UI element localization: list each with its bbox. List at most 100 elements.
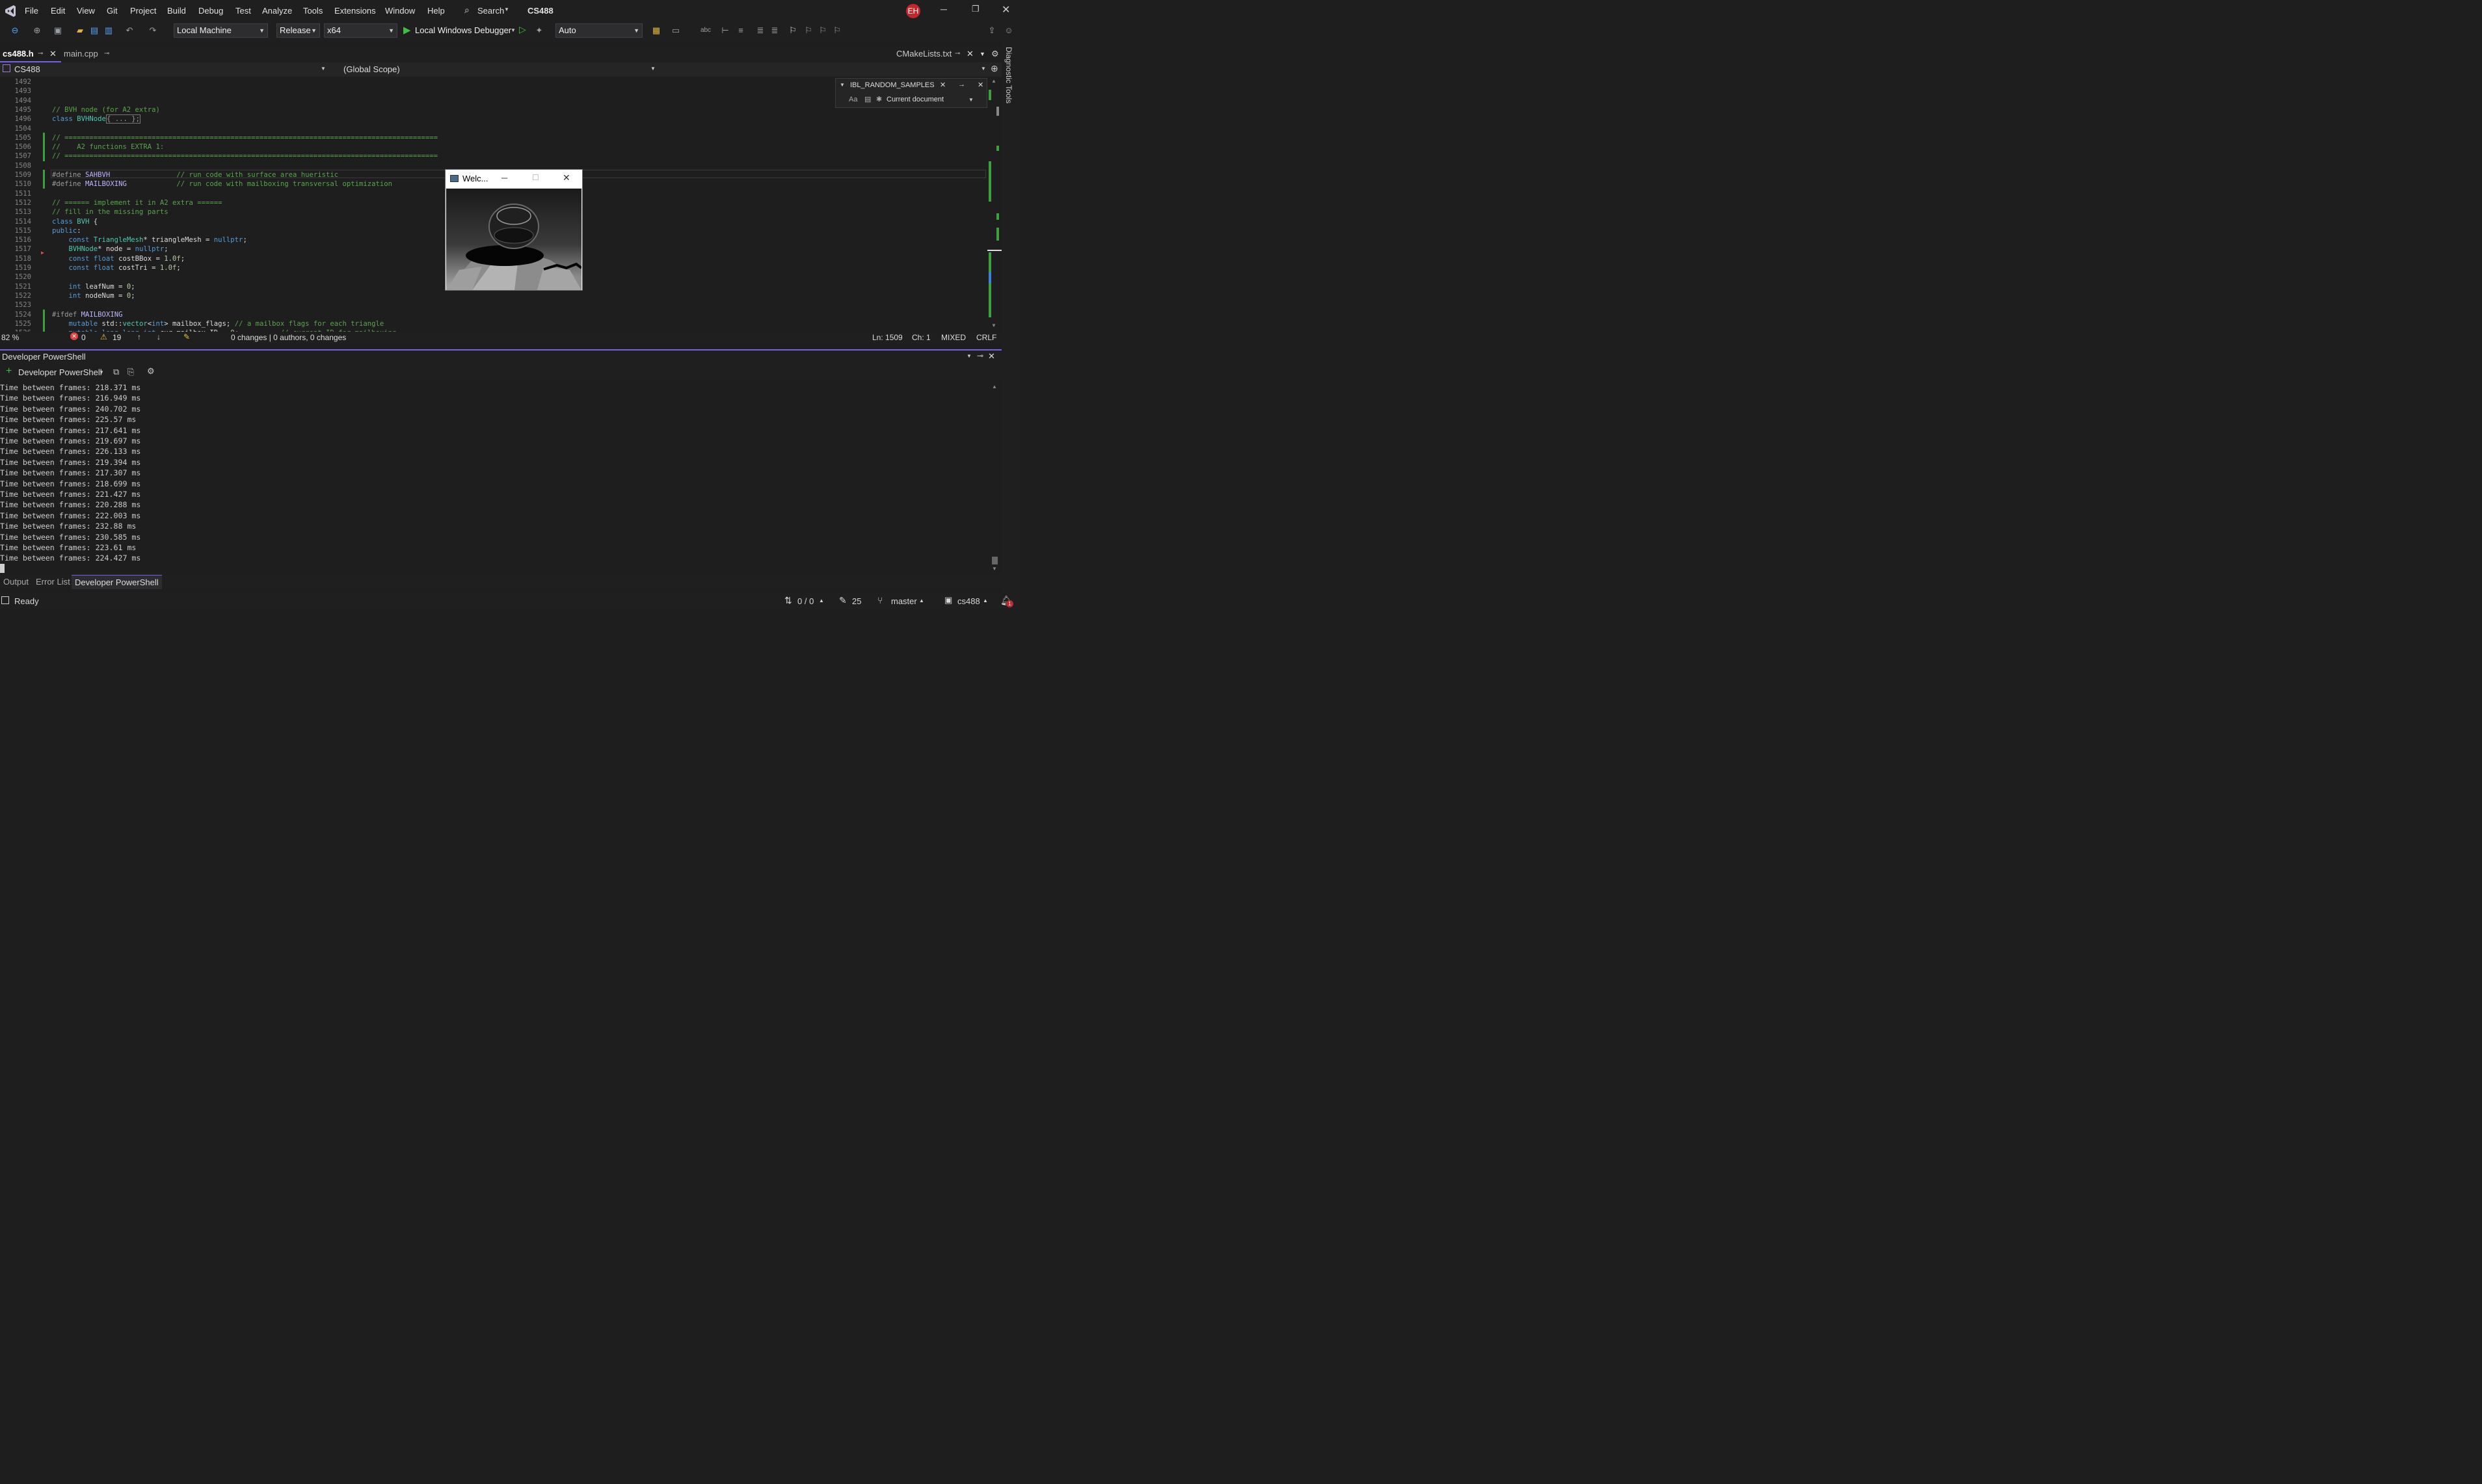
tab-output[interactable]: Output bbox=[3, 577, 29, 587]
menu-edit[interactable]: Edit bbox=[51, 6, 65, 16]
layout-icon[interactable]: ▭ bbox=[670, 25, 682, 36]
menu-file[interactable]: File bbox=[25, 6, 38, 16]
tab-error-list[interactable]: Error List bbox=[36, 577, 70, 587]
forward-icon[interactable]: ⊕ bbox=[31, 25, 43, 36]
new-terminal-icon[interactable]: + bbox=[6, 365, 12, 377]
find-scope-dropdown[interactable]: Current document bbox=[887, 96, 944, 103]
close-icon[interactable]: ✕ bbox=[978, 81, 983, 89]
repository-name[interactable]: cs488 bbox=[957, 596, 980, 606]
chevron-down-icon[interactable]: ▼ bbox=[967, 353, 972, 359]
comment-icon[interactable]: ≡ bbox=[735, 25, 747, 36]
next-bookmark-icon[interactable]: ⚐ bbox=[817, 25, 829, 36]
redo-icon[interactable]: ↷ bbox=[147, 25, 159, 36]
code-line[interactable]: // =====================================… bbox=[52, 134, 438, 142]
scroll-up-icon[interactable]: ▲ bbox=[992, 384, 997, 390]
pin-icon[interactable]: ⊸ bbox=[104, 46, 109, 62]
error-count[interactable]: 0 bbox=[81, 333, 86, 342]
code-line[interactable]: #ifdef MAILBOXING bbox=[52, 311, 122, 319]
back-icon[interactable]: ⊖ bbox=[9, 25, 21, 36]
restore-icon[interactable]: ❐ bbox=[972, 4, 980, 14]
avatar[interactable]: EH bbox=[906, 4, 920, 18]
terminal-scrollbar[interactable]: ▲ ▼ bbox=[989, 382, 1002, 575]
code-line[interactable]: // fill in the missing parts bbox=[52, 208, 168, 216]
tab-cmakelists[interactable]: CMakeLists.txt ⊸ ✕ ▼ bbox=[896, 46, 987, 62]
menu-project[interactable]: Project bbox=[130, 6, 156, 16]
code-line[interactable]: mutable std::vector<int> mailbox_flags; … bbox=[52, 320, 384, 328]
copy-icon[interactable]: ⧉ bbox=[113, 367, 119, 377]
code-line[interactable]: const float costBBox = 1.0f; bbox=[52, 255, 185, 263]
tab-cs488-h[interactable]: cs488.h ⊸ ✕ bbox=[0, 46, 61, 62]
outdent-icon[interactable]: ≣ bbox=[769, 25, 781, 36]
step-icon[interactable]: ⊢ bbox=[719, 25, 731, 36]
scroll-thumb[interactable] bbox=[992, 557, 998, 564]
app-window[interactable]: Welc... ─ ☐ ✕ bbox=[445, 169, 583, 291]
feedback-icon[interactable]: ☺ bbox=[1003, 25, 1015, 36]
chevron-down-icon[interactable]: ▼ bbox=[321, 66, 326, 72]
menu-tools[interactable]: Tools bbox=[303, 6, 323, 16]
chevron-up-icon[interactable]: ▲ bbox=[919, 598, 924, 603]
clear-bookmarks-icon[interactable]: ⚐ bbox=[831, 25, 843, 36]
indent-icon[interactable]: ≣ bbox=[754, 25, 766, 36]
prev-bookmark-icon[interactable]: ⚐ bbox=[803, 25, 814, 36]
share-icon[interactable]: ⇪ bbox=[986, 25, 998, 36]
gear-icon[interactable]: ⚙ bbox=[147, 366, 155, 377]
whitespace-mode[interactable]: MIXED bbox=[941, 333, 966, 342]
match-case-toggle[interactable]: Aa bbox=[849, 96, 857, 103]
undo-icon[interactable]: ↶ bbox=[124, 25, 135, 36]
zoom-level[interactable]: 82 % bbox=[1, 333, 19, 342]
maximize-icon[interactable]: ☐ bbox=[532, 173, 539, 182]
code-line[interactable]: int leafNum = 0; bbox=[52, 283, 135, 291]
menu-view[interactable]: View bbox=[77, 6, 95, 16]
warning-count[interactable]: 19 bbox=[113, 333, 121, 342]
clear-icon[interactable]: ✕ bbox=[940, 81, 946, 89]
terminal-profile-dropdown[interactable]: Developer PowerShell bbox=[18, 367, 102, 377]
diagnostic-tools-tab[interactable]: Diagnostic Tools bbox=[1004, 47, 1013, 103]
code-line[interactable]: class BVH { bbox=[52, 218, 98, 226]
regex-icon[interactable]: ✱ bbox=[876, 95, 882, 103]
find-input[interactable]: IBL_RANDOM_SAMPLES bbox=[850, 81, 935, 89]
chevron-down-icon[interactable]: ▼ bbox=[511, 27, 516, 33]
pin-icon[interactable]: ⊸ bbox=[38, 46, 43, 62]
configuration-dropdown[interactable]: Release ▼ bbox=[276, 23, 320, 38]
gear-icon[interactable]: ⚙ bbox=[991, 49, 999, 59]
scroll-thumb[interactable] bbox=[996, 107, 999, 116]
code-line[interactable]: // ====== implement it in A2 extra =====… bbox=[52, 199, 222, 207]
hot-reload-icon[interactable]: ✦ bbox=[533, 25, 545, 36]
menu-window[interactable]: Window bbox=[385, 6, 415, 16]
search-button[interactable]: Search bbox=[477, 6, 504, 16]
menu-extensions[interactable]: Extensions bbox=[334, 6, 376, 16]
save-all-icon[interactable]: ▥ bbox=[103, 25, 114, 36]
code-line[interactable]: #define MAILBOXING // run code with mail… bbox=[52, 180, 392, 188]
code-line[interactable]: // A2 functions EXTRA 1: bbox=[52, 143, 164, 151]
code-line[interactable]: public: bbox=[52, 227, 81, 235]
spell-check-icon[interactable]: abc bbox=[700, 25, 712, 36]
menu-test[interactable]: Test bbox=[235, 6, 251, 16]
code-line[interactable]: int nodeNum = 0; bbox=[52, 292, 135, 300]
start-without-debug-icon[interactable]: ▷ bbox=[519, 24, 526, 35]
chevron-down-icon[interactable]: ▼ bbox=[980, 46, 985, 62]
save-icon[interactable]: ▤ bbox=[88, 25, 100, 36]
close-icon[interactable]: ✕ bbox=[988, 351, 995, 362]
menu-build[interactable]: Build bbox=[167, 6, 186, 16]
target-dropdown[interactable]: Local Machine ▼ bbox=[174, 23, 268, 38]
chevron-down-icon[interactable]: ▼ bbox=[99, 369, 104, 375]
chevron-up-icon[interactable]: ▲ bbox=[819, 598, 824, 603]
chevron-up-icon[interactable]: ▲ bbox=[983, 598, 988, 603]
line-ending[interactable]: CRLF bbox=[976, 333, 996, 342]
next-issue-icon[interactable]: ↓ bbox=[157, 332, 161, 341]
pin-icon[interactable]: ⊸ bbox=[977, 351, 983, 360]
code-line[interactable]: // BVH node (for A2 extra) bbox=[52, 106, 160, 114]
sync-status[interactable]: 0 / 0 bbox=[797, 596, 814, 606]
find-next-icon[interactable]: → bbox=[958, 81, 965, 88]
bookmark-icon[interactable]: ⚐ bbox=[787, 25, 799, 36]
editor-scrollbar[interactable]: ▲ ▼ bbox=[987, 77, 1002, 332]
chevron-down-icon[interactable]: ▼ bbox=[981, 66, 986, 72]
pin-icon[interactable]: ⊸ bbox=[955, 46, 960, 62]
paste-icon[interactable]: ⎘ bbox=[127, 367, 134, 377]
prev-issue-icon[interactable]: ↑ bbox=[137, 332, 141, 341]
app-window-titlebar[interactable]: Welc... ─ ☐ ✕ bbox=[446, 170, 582, 188]
tab-developer-powershell[interactable]: Developer PowerShell bbox=[72, 575, 162, 589]
stack-frame-dropdown[interactable]: Auto ▼ bbox=[555, 23, 643, 38]
code-line[interactable]: class BVHNode{ ... }; bbox=[52, 114, 140, 124]
expand-replace-icon[interactable]: ▼ bbox=[840, 82, 845, 88]
